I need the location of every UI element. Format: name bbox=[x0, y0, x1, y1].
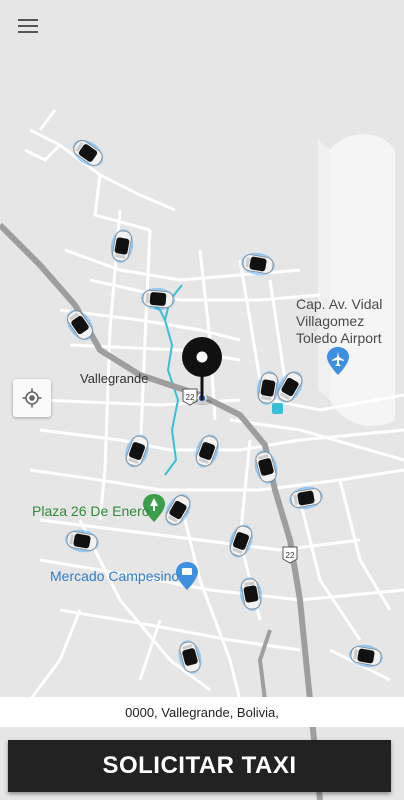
request-taxi-button[interactable]: SOLICITAR TAXI bbox=[8, 740, 391, 792]
airport-area bbox=[330, 134, 395, 426]
town-label: Vallegrande bbox=[80, 371, 149, 386]
svg-text:22: 22 bbox=[286, 551, 295, 560]
address-bar[interactable]: 0000, Vallegrande, Bolivia, bbox=[0, 697, 404, 727]
map-pin-icon[interactable] bbox=[181, 336, 223, 406]
market-label[interactable]: Mercado Campesino bbox=[50, 568, 179, 584]
crosshair-locate-icon bbox=[22, 388, 42, 408]
locate-me-button[interactable] bbox=[13, 379, 51, 417]
hamburger-menu-icon[interactable] bbox=[12, 10, 44, 42]
airport-label: Cap. Av. Vidal Villagomez Toledo Airport bbox=[296, 296, 383, 346]
address-text: 0000, Vallegrande, Bolivia, bbox=[125, 704, 279, 720]
route-shield-2: 22 bbox=[282, 546, 298, 564]
plaza-label[interactable]: Plaza 26 De Enero bbox=[32, 503, 150, 519]
bus-stop-icon bbox=[272, 403, 283, 414]
